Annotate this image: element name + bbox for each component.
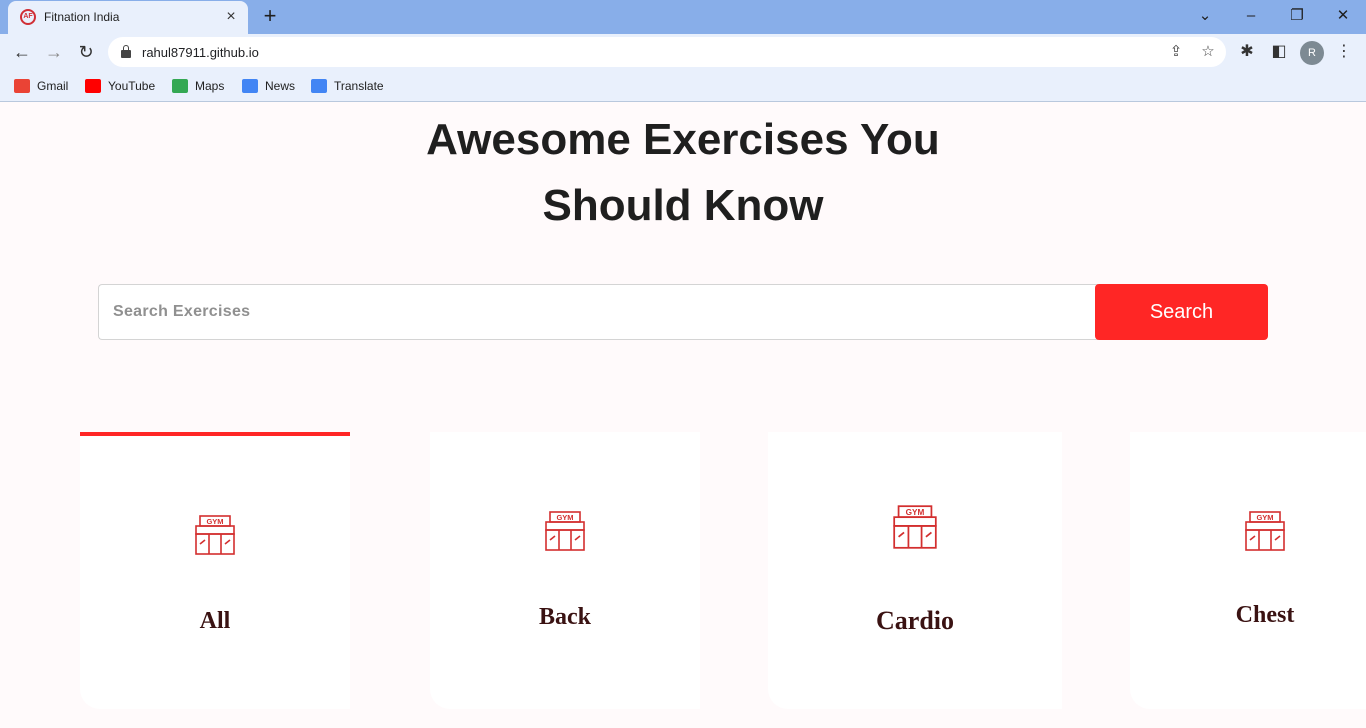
body-part-card-cardio[interactable]: GYM Cardio	[768, 432, 1062, 709]
side-panel-icon[interactable]: ◧	[1268, 41, 1290, 63]
browser-tab-strip: AF Fitnation India × + ⌄ – ❐ ✕	[0, 0, 1366, 34]
extensions-icon[interactable]: ✱	[1236, 41, 1258, 63]
browser-tab[interactable]: AF Fitnation India ×	[8, 1, 248, 34]
search-button[interactable]: Search	[1095, 284, 1268, 340]
close-tab-icon[interactable]: ×	[222, 8, 240, 26]
profile-avatar[interactable]: R	[1300, 41, 1324, 65]
bookmark-gmail[interactable]: Gmail	[14, 77, 68, 95]
svg-text:GYM: GYM	[906, 508, 925, 517]
youtube-icon	[85, 79, 101, 93]
bookmark-label: News	[265, 79, 296, 93]
svg-text:GYM: GYM	[556, 513, 573, 522]
search-input[interactable]	[98, 284, 1098, 340]
more-menu-icon[interactable]: ⋮	[1333, 41, 1355, 63]
body-part-label: Back	[538, 604, 591, 630]
close-window-icon[interactable]: ✕	[1328, 3, 1358, 29]
maps-icon	[172, 79, 188, 93]
site-favicon-icon: AF	[20, 9, 36, 25]
svg-text:GYM: GYM	[206, 517, 223, 526]
bookmark-label: YouTube	[108, 79, 156, 93]
lock-icon	[121, 45, 131, 58]
gym-icon: GYM	[195, 515, 235, 555]
title-line-1: Awesome Exercises You	[426, 115, 940, 164]
bookmark-youtube[interactable]: YouTube	[85, 77, 155, 95]
bookmark-star-icon[interactable]: ☆	[1198, 42, 1218, 62]
svg-text:GYM: GYM	[1256, 513, 1273, 522]
url-text[interactable]: rahul87911.github.io	[142, 45, 259, 60]
bookmark-maps[interactable]: Maps	[172, 77, 224, 95]
browser-toolbar: ← → ↻ rahul87911.github.io ⇪ ☆ ✱ ◧ R ⋮	[0, 34, 1366, 70]
news-icon	[242, 79, 258, 93]
reload-icon[interactable]: ↻	[73, 39, 99, 65]
bookmarks-bar: Gmail YouTube Maps News Translate	[0, 70, 1366, 102]
body-part-card-chest[interactable]: GYM Chest	[1130, 432, 1366, 709]
translate-icon	[311, 79, 327, 93]
page-title: Awesome Exercises You Should Know	[283, 107, 1083, 239]
back-arrow-icon[interactable]: ←	[9, 39, 35, 65]
bookmark-news[interactable]: News	[242, 77, 295, 95]
body-part-label: All	[199, 608, 231, 634]
address-bar[interactable]: rahul87911.github.io ⇪ ☆	[108, 37, 1226, 67]
bookmark-translate[interactable]: Translate	[311, 77, 384, 95]
gmail-icon	[14, 79, 30, 93]
forward-arrow-icon[interactable]: →	[41, 39, 67, 65]
tab-search-chevron-icon[interactable]: ⌄	[1190, 3, 1220, 29]
gym-icon: GYM	[1245, 511, 1285, 551]
bookmark-label: Translate	[334, 79, 384, 93]
share-icon[interactable]: ⇪	[1166, 42, 1186, 62]
bookmark-label: Maps	[195, 79, 225, 93]
tab-title: Fitnation India	[44, 10, 120, 24]
gym-icon: GYM	[893, 505, 937, 549]
body-part-label: Cardio	[876, 606, 954, 635]
body-part-card-all[interactable]: GYM All	[80, 432, 350, 709]
new-tab-icon[interactable]: +	[258, 4, 282, 28]
gym-icon: GYM	[545, 511, 585, 551]
minimize-icon[interactable]: –	[1236, 3, 1266, 29]
restore-icon[interactable]: ❐	[1282, 3, 1312, 29]
bookmark-label: Gmail	[37, 79, 69, 93]
body-part-label: Chest	[1235, 602, 1295, 628]
title-line-2: Should Know	[542, 181, 824, 230]
body-part-card-back[interactable]: GYM Back	[430, 432, 700, 709]
